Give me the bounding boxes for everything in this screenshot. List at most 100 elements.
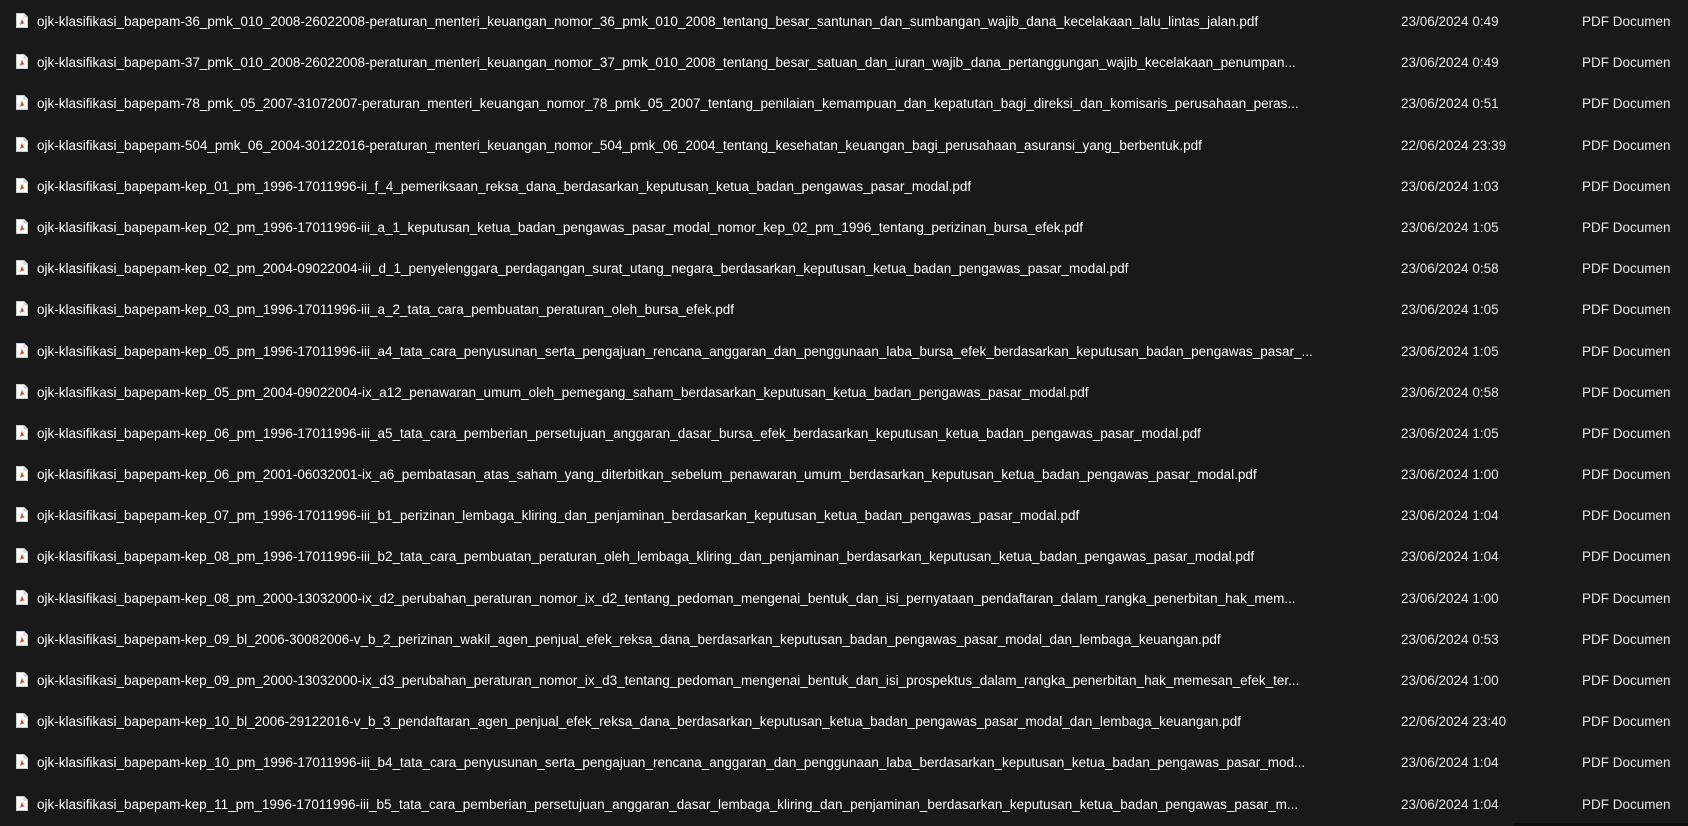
pdf-file-icon <box>16 136 28 152</box>
file-type: PDF Documen <box>1582 55 1671 71</box>
file-row[interactable]: ojk-klasifikasi_bapepam-504_pmk_06_2004-… <box>0 126 1688 167</box>
file-type: PDF Documen <box>1582 343 1671 359</box>
file-name: ojk-klasifikasi_bapepam-37_pmk_010_2008-… <box>37 55 1296 71</box>
file-type: PDF Documen <box>1582 178 1671 194</box>
pdf-file-icon <box>16 548 28 564</box>
pdf-file-icon <box>16 95 28 111</box>
file-name: ojk-klasifikasi_bapepam-kep_09_pm_2000-1… <box>37 673 1300 688</box>
file-name: ojk-klasifikasi_bapepam-kep_06_pm_1996-1… <box>37 425 1201 441</box>
file-row[interactable]: ojk-klasifikasi_bapepam-kep_09_pm_2000-1… <box>0 661 1688 702</box>
pdf-file-icon <box>16 218 28 234</box>
file-date-modified: 23/06/2024 1:05 <box>1401 219 1499 235</box>
file-date-modified: 23/06/2024 0:53 <box>1401 631 1499 647</box>
file-row[interactable]: ojk-klasifikasi_bapepam-kep_02_pm_1996-1… <box>0 208 1688 249</box>
pdf-file-icon <box>16 54 28 70</box>
pdf-file-icon <box>16 507 28 523</box>
file-date-modified: 23/06/2024 0:49 <box>1401 55 1499 71</box>
file-date-modified: 23/06/2024 1:00 <box>1401 467 1499 483</box>
file-date-modified: 23/06/2024 0:51 <box>1401 96 1499 112</box>
file-date-modified: 23/06/2024 1:04 <box>1401 549 1499 565</box>
file-row[interactable]: ojk-klasifikasi_bapepam-kep_07_pm_1996-1… <box>0 496 1688 537</box>
file-name: ojk-klasifikasi_bapepam-78_pmk_05_2007-3… <box>37 96 1299 112</box>
file-date-modified: 23/06/2024 0:58 <box>1401 384 1499 400</box>
file-name: ojk-klasifikasi_bapepam-504_pmk_06_2004-… <box>37 137 1202 153</box>
file-row[interactable]: ojk-klasifikasi_bapepam-kep_08_pm_2000-1… <box>0 579 1688 620</box>
file-type: PDF Documen <box>1582 384 1671 400</box>
file-date-modified: 23/06/2024 1:04 <box>1401 508 1499 524</box>
file-type: PDF Documen <box>1582 673 1671 688</box>
file-type: PDF Documen <box>1582 137 1671 153</box>
file-type: PDF Documen <box>1582 755 1671 771</box>
file-name: ojk-klasifikasi_bapepam-kep_07_pm_1996-1… <box>37 508 1080 524</box>
file-date-modified: 23/06/2024 1:05 <box>1401 425 1499 441</box>
file-type: PDF Documen <box>1582 96 1671 112</box>
file-type: PDF Documen <box>1582 549 1671 565</box>
file-date-modified: 23/06/2024 1:00 <box>1401 590 1499 606</box>
pdf-file-icon <box>16 672 28 687</box>
pdf-file-icon <box>16 713 28 729</box>
file-row[interactable]: ojk-klasifikasi_bapepam-kep_05_pm_2004-0… <box>0 373 1688 414</box>
file-name: ojk-klasifikasi_bapepam-kep_03_pm_1996-1… <box>37 302 734 318</box>
pdf-file-icon <box>16 630 28 646</box>
file-row[interactable]: ojk-klasifikasi_bapepam-kep_03_pm_1996-1… <box>0 290 1688 331</box>
pdf-file-icon <box>16 754 28 770</box>
pdf-file-icon <box>16 795 28 811</box>
file-name: ojk-klasifikasi_bapepam-36_pmk_010_2008-… <box>37 14 1259 29</box>
file-name: ojk-klasifikasi_bapepam-kep_10_bl_2006-2… <box>37 714 1241 730</box>
file-type: PDF Documen <box>1582 261 1671 277</box>
file-date-modified: 23/06/2024 1:00 <box>1401 673 1499 688</box>
file-name: ojk-klasifikasi_bapepam-kep_05_pm_2004-0… <box>37 384 1089 400</box>
file-row[interactable]: ojk-klasifikasi_bapepam-36_pmk_010_2008-… <box>0 2 1688 43</box>
file-row[interactable]: ojk-klasifikasi_bapepam-37_pmk_010_2008-… <box>0 43 1688 84</box>
file-row[interactable]: ojk-klasifikasi_bapepam-kep_05_pm_1996-1… <box>0 332 1688 373</box>
file-type: PDF Documen <box>1582 14 1671 29</box>
file-name: ojk-klasifikasi_bapepam-kep_05_pm_1996-1… <box>37 343 1313 359</box>
file-list: ojk-klasifikasi_bapepam-36_pmk_010_2008-… <box>0 0 1688 826</box>
pdf-file-icon <box>16 466 28 482</box>
file-row[interactable]: ojk-klasifikasi_bapepam-kep_02_pm_2004-0… <box>0 249 1688 290</box>
file-date-modified: 23/06/2024 0:58 <box>1401 261 1499 277</box>
file-type: PDF Documen <box>1582 796 1671 812</box>
file-row[interactable]: ojk-klasifikasi_bapepam-kep_10_bl_2006-2… <box>0 702 1688 743</box>
file-name: ojk-klasifikasi_bapepam-kep_08_pm_2000-1… <box>37 590 1296 606</box>
file-name: ojk-klasifikasi_bapepam-kep_08_pm_1996-1… <box>37 549 1255 565</box>
file-date-modified: 23/06/2024 1:04 <box>1401 755 1499 771</box>
file-name: ojk-klasifikasi_bapepam-kep_11_pm_1996-1… <box>37 796 1299 812</box>
file-type: PDF Documen <box>1582 590 1671 606</box>
file-date-modified: 23/06/2024 1:04 <box>1401 796 1499 812</box>
file-name: ojk-klasifikasi_bapepam-kep_10_pm_1996-1… <box>37 755 1306 771</box>
pdf-file-icon <box>16 589 28 605</box>
file-name: ojk-klasifikasi_bapepam-kep_01_pm_1996-1… <box>37 178 972 194</box>
file-row[interactable]: ojk-klasifikasi_bapepam-kep_09_bl_2006-3… <box>0 620 1688 661</box>
file-row[interactable]: ojk-klasifikasi_bapepam-kep_06_pm_1996-1… <box>0 414 1688 455</box>
file-row[interactable]: ojk-klasifikasi_bapepam-kep_11_pm_1996-1… <box>0 785 1688 826</box>
file-date-modified: 22/06/2024 23:40 <box>1401 714 1507 730</box>
pdf-file-icon <box>16 177 28 193</box>
file-row[interactable]: ojk-klasifikasi_bapepam-78_pmk_05_2007-3… <box>0 84 1688 125</box>
file-name: ojk-klasifikasi_bapepam-kep_02_pm_1996-1… <box>37 219 1084 235</box>
file-date-modified: 23/06/2024 1:05 <box>1401 343 1499 359</box>
file-date-modified: 23/06/2024 1:03 <box>1401 178 1499 194</box>
file-type: PDF Documen <box>1582 425 1671 441</box>
pdf-file-icon <box>16 424 28 440</box>
file-name: ojk-klasifikasi_bapepam-kep_02_pm_2004-0… <box>37 261 1129 277</box>
file-date-modified: 23/06/2024 0:49 <box>1401 14 1499 29</box>
file-type: PDF Documen <box>1582 467 1671 483</box>
file-type: PDF Documen <box>1582 714 1671 730</box>
file-date-modified: 23/06/2024 1:05 <box>1401 302 1499 318</box>
file-row[interactable]: ojk-klasifikasi_bapepam-kep_01_pm_1996-1… <box>0 167 1688 208</box>
file-type: PDF Documen <box>1582 219 1671 235</box>
file-type: PDF Documen <box>1582 631 1671 647</box>
file-row[interactable]: ojk-klasifikasi_bapepam-kep_06_pm_2001-0… <box>0 455 1688 496</box>
pdf-file-icon <box>16 13 28 28</box>
pdf-file-icon <box>16 301 28 317</box>
file-name: ojk-klasifikasi_bapepam-kep_06_pm_2001-0… <box>37 467 1257 483</box>
file-type: PDF Documen <box>1582 508 1671 524</box>
file-date-modified: 22/06/2024 23:39 <box>1401 137 1507 153</box>
file-row[interactable]: ojk-klasifikasi_bapepam-kep_08_pm_1996-1… <box>0 537 1688 578</box>
pdf-file-icon <box>16 260 28 276</box>
file-row[interactable]: ojk-klasifikasi_bapepam-kep_10_pm_1996-1… <box>0 743 1688 784</box>
file-name: ojk-klasifikasi_bapepam-kep_09_bl_2006-3… <box>37 631 1221 647</box>
pdf-file-icon <box>16 342 28 358</box>
pdf-file-icon <box>16 383 28 399</box>
